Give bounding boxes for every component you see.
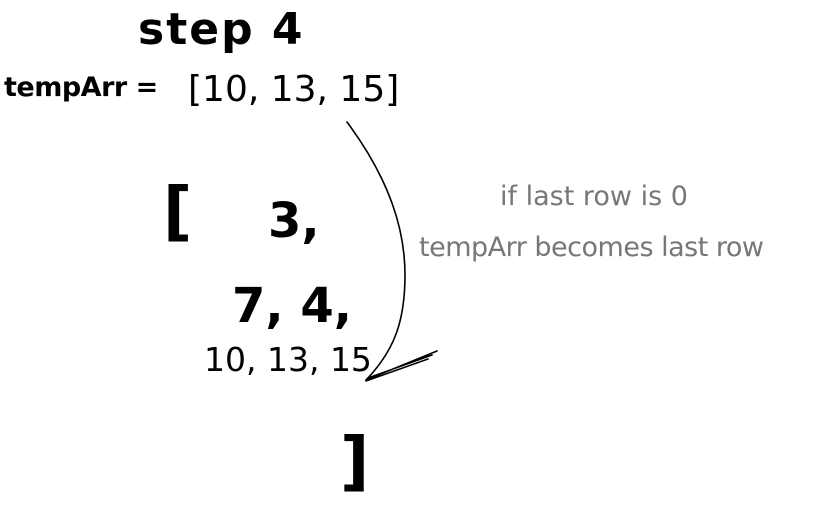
diagram-canvas: step 4 tempArr = [10, 13, 15] [ 3, 7, 4,… xyxy=(0,0,817,511)
arrow-head xyxy=(365,350,438,382)
arrow-curve xyxy=(346,121,406,381)
arrow-connector xyxy=(346,121,438,382)
